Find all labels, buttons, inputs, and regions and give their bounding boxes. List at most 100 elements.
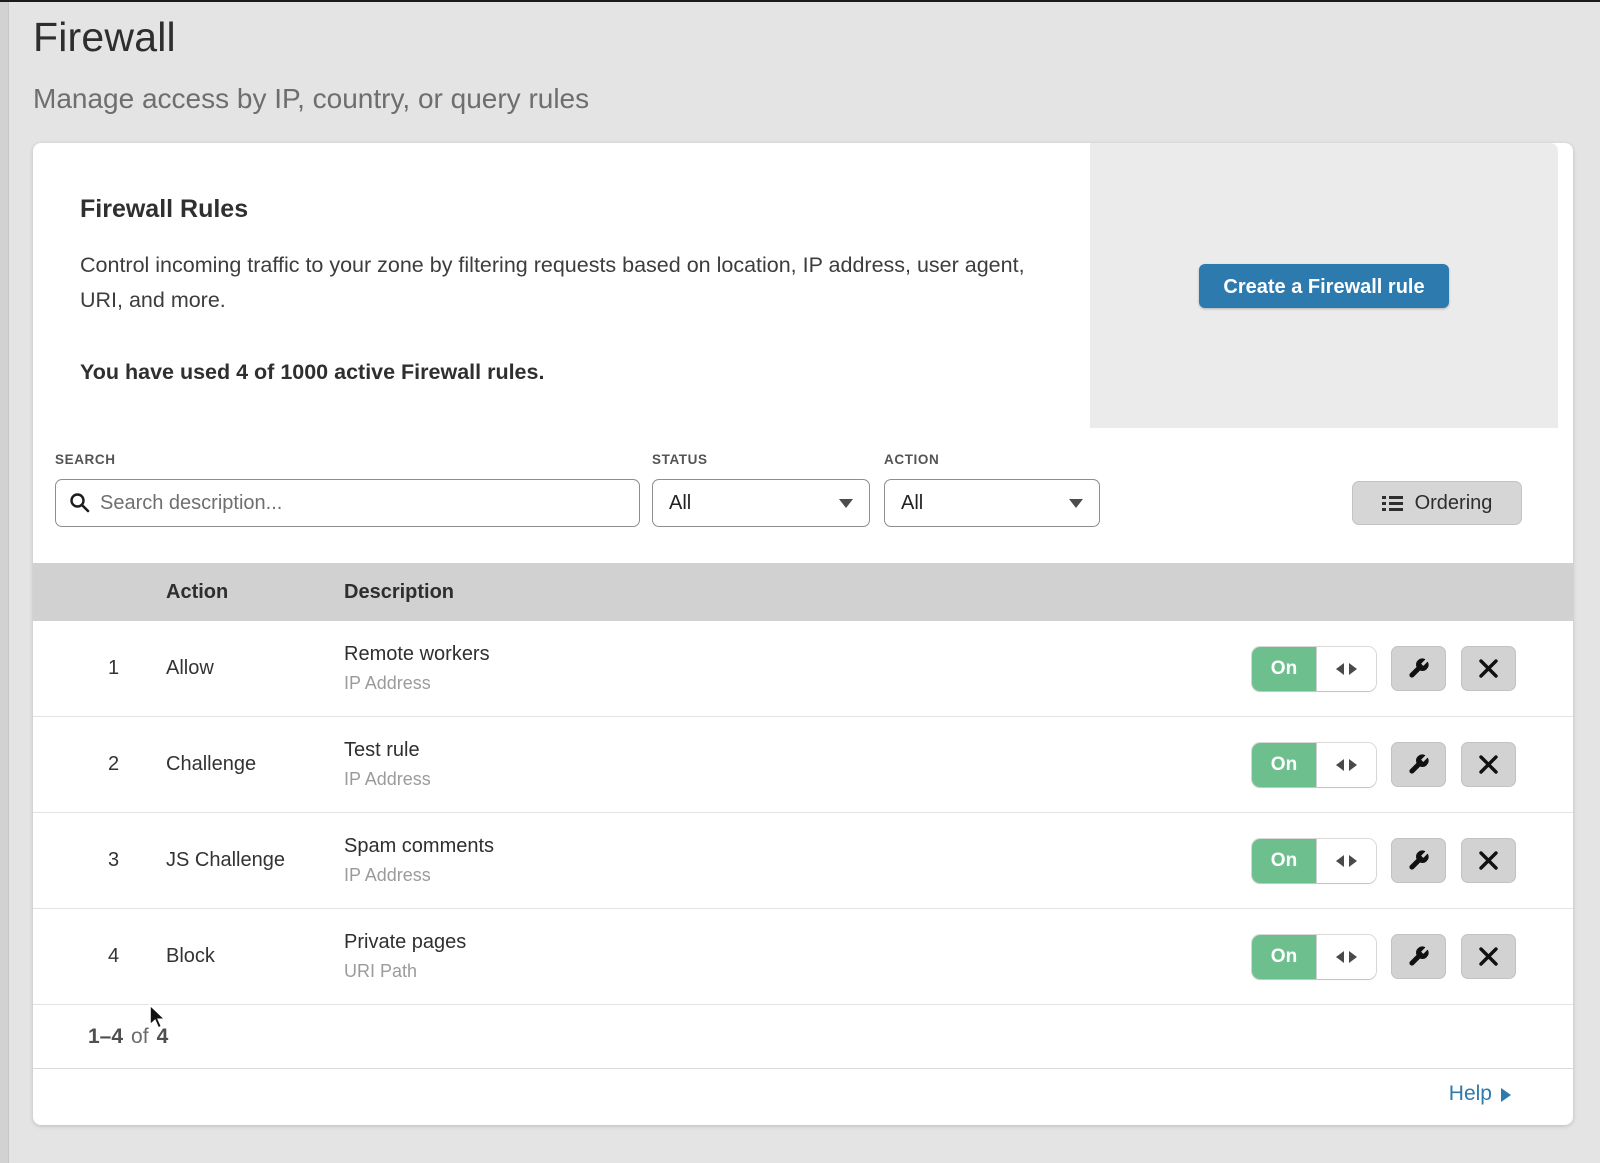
pagination-range: 1–4 <box>88 1025 123 1049</box>
rule-controls: On <box>1252 742 1516 787</box>
action-column-header: Action <box>166 581 344 604</box>
window-top-edge <box>0 0 1600 2</box>
table-row: 2 Challenge Test rule IP Address On <box>33 717 1573 813</box>
toggle-on-label: On <box>1252 839 1316 883</box>
toggle-handle[interactable] <box>1316 647 1376 691</box>
status-value: All <box>669 492 691 515</box>
rule-description: Spam comments IP Address <box>344 835 1252 886</box>
delete-rule-button[interactable] <box>1461 646 1516 691</box>
delete-rule-button[interactable] <box>1461 742 1516 787</box>
toggle-on-label: On <box>1252 935 1316 979</box>
rule-match-type: IP Address <box>344 865 1252 886</box>
ordering-button[interactable]: Ordering <box>1352 481 1522 525</box>
chevron-down-icon <box>1069 499 1083 508</box>
rule-description: Private pages URI Path <box>344 931 1252 982</box>
create-panel: Create a Firewall rule <box>1090 143 1558 428</box>
ordering-label: Ordering <box>1415 492 1493 515</box>
wrench-icon <box>1407 849 1430 872</box>
triangle-right-icon <box>1349 759 1357 771</box>
card-description: Control incoming traffic to your zone by… <box>80 248 1025 318</box>
list-icon <box>1382 494 1403 513</box>
rule-number: 4 <box>33 945 166 968</box>
edit-rule-button[interactable] <box>1391 742 1446 787</box>
x-icon <box>1479 947 1498 966</box>
rule-toggle[interactable]: On <box>1252 647 1376 691</box>
toggle-on-label: On <box>1252 743 1316 787</box>
rule-action: Challenge <box>166 753 344 776</box>
pagination-total: 4 <box>157 1025 169 1049</box>
x-icon <box>1479 851 1498 870</box>
rule-description: Test rule IP Address <box>344 739 1252 790</box>
triangle-left-icon <box>1336 855 1344 867</box>
edit-rule-button[interactable] <box>1391 838 1446 883</box>
pagination-info: 1–4 of 4 <box>33 1005 1573 1069</box>
rule-description-title: Spam comments <box>344 835 1252 858</box>
create-firewall-rule-button[interactable]: Create a Firewall rule <box>1199 264 1448 308</box>
rule-number: 2 <box>33 753 166 776</box>
rule-number: 3 <box>33 849 166 872</box>
page-subtitle: Manage access by IP, country, or query r… <box>33 83 1600 115</box>
rule-toggle[interactable]: On <box>1252 743 1376 787</box>
rule-match-type: IP Address <box>344 673 1252 694</box>
rule-number: 1 <box>33 657 166 680</box>
firewall-rules-card: Firewall Rules Control incoming traffic … <box>33 143 1573 1125</box>
rule-controls: On <box>1252 934 1516 979</box>
status-label: STATUS <box>652 452 870 467</box>
rule-match-type: IP Address <box>344 769 1252 790</box>
card-heading: Firewall Rules <box>80 195 1053 224</box>
search-box <box>55 479 640 527</box>
triangle-right-icon <box>1349 663 1357 675</box>
triangle-right-icon <box>1349 951 1357 963</box>
rule-description-title: Test rule <box>344 739 1252 762</box>
toggle-handle[interactable] <box>1316 839 1376 883</box>
delete-rule-button[interactable] <box>1461 934 1516 979</box>
search-icon <box>69 492 91 514</box>
window-left-edge <box>0 0 9 1163</box>
toggle-handle[interactable] <box>1316 935 1376 979</box>
rule-controls: On <box>1252 646 1516 691</box>
help-row: Help <box>33 1069 1573 1119</box>
intro-text: Firewall Rules Control incoming traffic … <box>33 143 1053 385</box>
action-select[interactable]: All <box>884 479 1100 527</box>
right-triangle-icon <box>1501 1088 1511 1102</box>
rule-match-type: URI Path <box>344 961 1252 982</box>
toggle-handle[interactable] <box>1316 743 1376 787</box>
triangle-right-icon <box>1349 855 1357 867</box>
rule-description-title: Remote workers <box>344 643 1252 666</box>
table-row: 3 JS Challenge Spam comments IP Address … <box>33 813 1573 909</box>
delete-rule-button[interactable] <box>1461 838 1516 883</box>
rule-description: Remote workers IP Address <box>344 643 1252 694</box>
description-column-header: Description <box>344 581 1252 604</box>
x-icon <box>1479 659 1498 678</box>
triangle-left-icon <box>1336 951 1344 963</box>
action-group: ACTION All <box>884 452 1100 527</box>
help-label: Help <box>1449 1082 1492 1106</box>
rule-action: JS Challenge <box>166 849 344 872</box>
toggle-on-label: On <box>1252 647 1316 691</box>
usage-text: You have used 4 of 1000 active Firewall … <box>80 360 1053 385</box>
rule-toggle[interactable]: On <box>1252 839 1376 883</box>
status-select[interactable]: All <box>652 479 870 527</box>
edit-rule-button[interactable] <box>1391 934 1446 979</box>
filters-bar: SEARCH STATUS All ACTION All <box>33 428 1573 563</box>
triangle-left-icon <box>1336 759 1344 771</box>
intro-section: Firewall Rules Control incoming traffic … <box>33 143 1573 428</box>
rule-toggle[interactable]: On <box>1252 935 1376 979</box>
wrench-icon <box>1407 753 1430 776</box>
search-label: SEARCH <box>55 452 640 467</box>
help-link[interactable]: Help <box>1449 1082 1511 1106</box>
rule-action: Block <box>166 945 344 968</box>
x-icon <box>1479 755 1498 774</box>
edit-rule-button[interactable] <box>1391 646 1446 691</box>
wrench-icon <box>1407 945 1430 968</box>
pagination-of: of <box>131 1025 149 1049</box>
rule-controls: On <box>1252 838 1516 883</box>
search-input[interactable] <box>55 479 640 527</box>
table-row: 4 Block Private pages URI Path On <box>33 909 1573 1005</box>
wrench-icon <box>1407 657 1430 680</box>
chevron-down-icon <box>839 499 853 508</box>
search-group: SEARCH <box>55 452 640 527</box>
rule-description-title: Private pages <box>344 931 1252 954</box>
action-value: All <box>901 492 923 515</box>
status-group: STATUS All <box>652 452 870 527</box>
